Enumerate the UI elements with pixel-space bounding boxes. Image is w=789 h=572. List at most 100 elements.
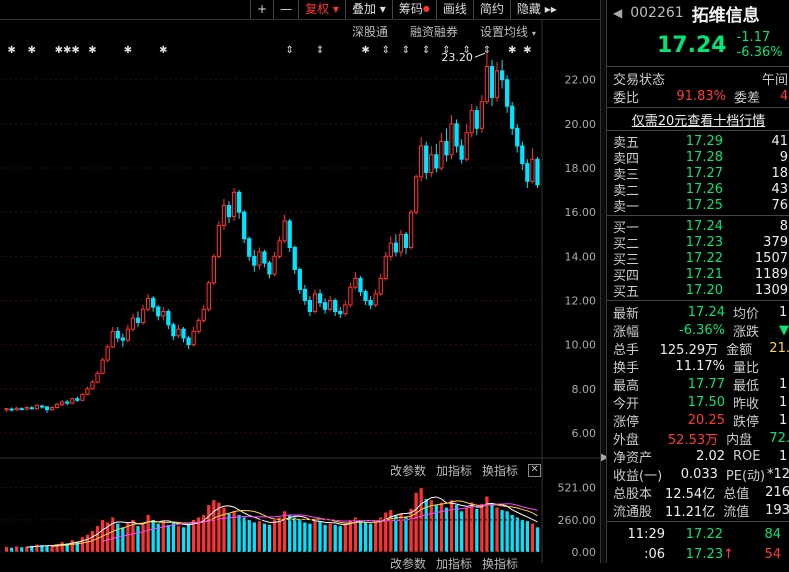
candle[interactable]	[130, 317, 136, 330]
candle[interactable]	[65, 401, 70, 404]
event-marker-icon[interactable]: ⇕	[286, 45, 294, 56]
candle[interactable]	[4, 408, 9, 411]
volume-bar[interactable]	[212, 500, 216, 552]
volume-bar[interactable]	[171, 522, 176, 552]
candle[interactable]	[80, 393, 85, 401]
volume-bar[interactable]	[242, 517, 246, 552]
candle[interactable]	[322, 302, 328, 310]
candle[interactable]	[510, 105, 515, 129]
volume-bar[interactable]	[313, 519, 317, 552]
candle[interactable]	[95, 372, 100, 383]
zoom-in-button[interactable]: +	[250, 0, 273, 19]
volume-bar[interactable]	[90, 531, 95, 552]
volume-bar[interactable]	[475, 508, 479, 552]
candle[interactable]	[181, 328, 186, 339]
candle[interactable]	[287, 220, 292, 248]
candle[interactable]	[161, 311, 166, 317]
candle[interactable]	[297, 269, 302, 290]
candle[interactable]	[54, 403, 60, 409]
candle[interactable]	[29, 407, 34, 410]
candle[interactable]	[19, 408, 24, 411]
volume-bar[interactable]	[419, 487, 423, 552]
volume-bar[interactable]	[55, 543, 59, 552]
candle[interactable]	[302, 288, 308, 301]
volume-bar[interactable]	[156, 523, 160, 552]
candle[interactable]	[9, 408, 14, 411]
volume-bar[interactable]	[409, 508, 413, 552]
candle[interactable]	[85, 388, 90, 395]
volume-bar[interactable]	[191, 519, 196, 552]
volume-bar[interactable]	[530, 523, 535, 552]
volume-bar[interactable]	[505, 511, 509, 552]
volume-bar[interactable]	[186, 523, 191, 552]
candle[interactable]	[363, 291, 368, 301]
candle[interactable]	[191, 330, 196, 346]
volume-bar[interactable]	[338, 526, 342, 552]
volume-bar[interactable]	[368, 523, 373, 552]
volume-bar[interactable]	[293, 517, 297, 552]
volume-bar[interactable]	[20, 547, 24, 552]
candle[interactable]	[282, 220, 287, 242]
event-marker-icon[interactable]: ⇕	[462, 45, 470, 56]
candle[interactable]	[358, 277, 363, 293]
volume-bar[interactable]	[65, 543, 69, 552]
volume-bar[interactable]	[257, 521, 262, 552]
candle[interactable]	[242, 211, 247, 240]
candle[interactable]	[479, 101, 484, 129]
volume-bar[interactable]	[298, 519, 302, 552]
volume-bar[interactable]	[14, 546, 19, 552]
candle[interactable]	[60, 401, 65, 406]
volume-bar[interactable]	[9, 547, 14, 552]
volume-bar[interactable]	[50, 545, 54, 552]
candle[interactable]	[469, 110, 474, 134]
candle[interactable]	[484, 65, 490, 103]
volume-bar[interactable]	[384, 512, 388, 552]
volume-bar[interactable]	[429, 500, 433, 552]
candle[interactable]	[368, 299, 373, 306]
candle[interactable]	[434, 154, 439, 169]
volume-bar[interactable]	[282, 511, 287, 552]
event-marker-icon[interactable]: ⇕	[382, 45, 390, 56]
volume-bar[interactable]	[374, 521, 378, 552]
event-marker-icon[interactable]: ✱	[523, 45, 531, 56]
candle[interactable]	[378, 277, 383, 295]
volume-bar[interactable]	[75, 541, 79, 552]
volume-bar[interactable]	[414, 492, 418, 552]
candle[interactable]	[454, 123, 459, 147]
candle[interactable]	[449, 123, 454, 156]
candle[interactable]	[14, 407, 19, 411]
volume-bar[interactable]	[515, 517, 519, 552]
candle[interactable]	[373, 293, 378, 306]
volume-bar[interactable]	[30, 545, 34, 552]
candle[interactable]	[262, 251, 267, 264]
candle[interactable]	[525, 163, 530, 182]
candle[interactable]	[24, 407, 29, 410]
candle[interactable]	[292, 247, 297, 271]
chips-button[interactable]: 筹码●	[391, 0, 436, 19]
volume-bar[interactable]	[80, 537, 85, 552]
volume-bar[interactable]	[60, 542, 64, 552]
candle[interactable]	[499, 70, 505, 81]
candle[interactable]	[115, 330, 120, 339]
volume-bar[interactable]	[45, 546, 49, 552]
candle[interactable]	[100, 359, 105, 374]
volume-bar[interactable]	[141, 524, 145, 552]
candle[interactable]	[231, 191, 237, 218]
volume-bar[interactable]	[348, 519, 353, 552]
volume-bar[interactable]	[288, 515, 292, 552]
candle[interactable]	[272, 255, 277, 275]
volume-bar[interactable]	[434, 505, 438, 552]
candle[interactable]	[504, 79, 510, 107]
volume-bar[interactable]	[343, 523, 347, 552]
candle[interactable]	[247, 238, 252, 257]
candle[interactable]	[388, 242, 393, 257]
event-marker-icon[interactable]: ✱	[28, 45, 36, 56]
candle[interactable]	[145, 297, 151, 310]
edit-params-button[interactable]: 改参数	[390, 462, 426, 479]
candle[interactable]	[206, 282, 211, 310]
volume-bar[interactable]	[227, 513, 231, 552]
margin-trading-button[interactable]: 融资融券	[410, 23, 458, 40]
candle[interactable]	[424, 145, 429, 173]
volume-bar[interactable]	[106, 522, 110, 552]
volume-bar[interactable]	[272, 519, 277, 552]
